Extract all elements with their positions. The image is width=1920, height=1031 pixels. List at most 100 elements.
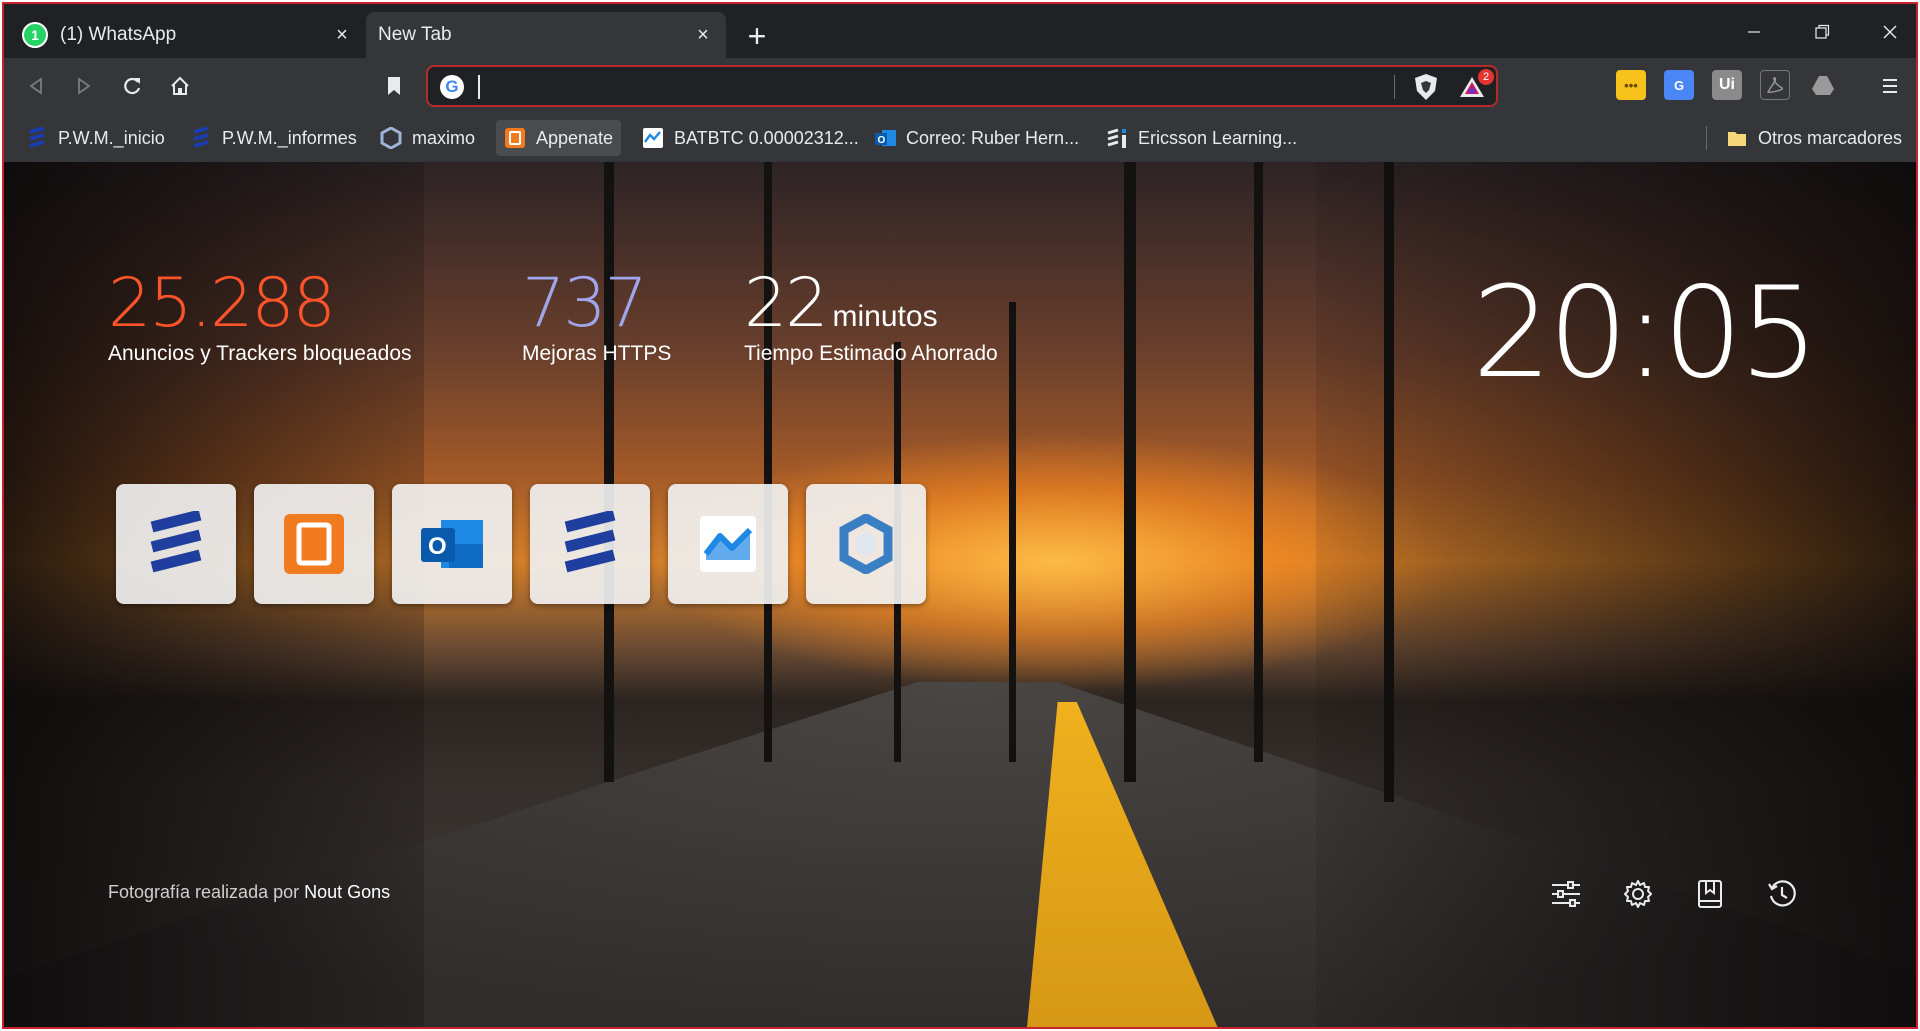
brave-shields-icon[interactable]	[1413, 73, 1439, 101]
whatsapp-icon: 1	[22, 22, 48, 48]
google-drive-icon[interactable]	[1808, 70, 1838, 100]
top-site-ericsson-2[interactable]	[530, 484, 650, 604]
acrobat-icon	[1767, 76, 1784, 93]
https-upgrades-value: 737	[522, 264, 648, 343]
top-sites: O	[116, 484, 926, 604]
uipath-icon[interactable]: Ui	[1712, 70, 1742, 100]
forward-button[interactable]	[66, 68, 102, 104]
ads-blocked-stat: 25.288 Anuncios y Trackers bloqueados	[108, 270, 412, 366]
bookmark-appenate[interactable]: Appenate	[496, 120, 622, 156]
back-arrow-icon	[29, 77, 42, 95]
bookmark-pwm-inicio[interactable]: P.W.M._inicio	[18, 120, 173, 156]
browser-window: 1 (1) WhatsApp × New Tab × + G 2 ••• G U…	[2, 2, 1918, 1029]
photo-credit-prefix: Fotografía realizada por	[108, 882, 305, 902]
ericsson-icon	[190, 127, 212, 149]
maximo-icon	[839, 514, 893, 574]
divider	[1394, 75, 1395, 99]
ericsson-icon	[26, 127, 48, 149]
bookmark-label: Otros marcadores	[1758, 127, 1903, 148]
settings-button[interactable]	[1618, 874, 1658, 914]
other-bookmarks-folder[interactable]: Otros marcadores	[1718, 120, 1910, 156]
background-tree	[1124, 162, 1136, 782]
chart-icon	[642, 127, 664, 149]
appenate-icon	[504, 127, 526, 149]
new-tab-button[interactable]: +	[739, 18, 775, 54]
close-icon	[1883, 25, 1897, 39]
tab-strip: 1 (1) WhatsApp × New Tab × +	[4, 4, 1916, 58]
time-saved-label: Tiempo Estimado Ahorrado	[744, 342, 998, 365]
back-button[interactable]	[18, 68, 54, 104]
bookmark-label: P.W.M._informes	[222, 127, 357, 148]
pdf-icon[interactable]	[1760, 70, 1790, 100]
top-site-chart[interactable]	[668, 484, 788, 604]
top-site-outlook[interactable]: O	[392, 484, 512, 604]
toolbar: G 2 ••• G Ui	[4, 58, 1916, 114]
gear-icon	[1624, 880, 1652, 908]
new-tab-page: 25.288 Anuncios y Trackers bloqueados 73…	[4, 162, 1916, 1027]
https-upgrades-label: Mejoras HTTPS	[522, 342, 672, 365]
bookmark-label: P.W.M._inicio	[58, 127, 165, 148]
top-site-ericsson[interactable]	[116, 484, 236, 604]
bookmark-button[interactable]	[376, 68, 412, 104]
time-saved-unit: minutos	[832, 300, 938, 333]
close-tab-icon[interactable]: ×	[692, 24, 714, 46]
tab-new-tab[interactable]: New Tab ×	[366, 12, 726, 58]
photo-credit-author[interactable]: Nout Gons	[304, 882, 390, 902]
close-tab-icon[interactable]: ×	[331, 24, 353, 46]
restore-button[interactable]	[1792, 12, 1852, 52]
top-site-appenate[interactable]	[254, 484, 374, 604]
home-icon	[171, 76, 189, 95]
close-window-button[interactable]	[1860, 12, 1916, 52]
background-tree	[604, 162, 614, 782]
ericsson-icon	[564, 511, 616, 573]
folder-icon	[1726, 127, 1748, 149]
time-saved-stat: 22 minutos Tiempo Estimado Ahorrado	[744, 270, 998, 366]
maximo-icon	[380, 127, 402, 149]
outlook-icon: O	[874, 127, 896, 149]
reload-icon	[124, 77, 141, 95]
svg-text:O: O	[428, 533, 447, 560]
bookmark-ericsson-learning[interactable]: Ericsson Learning...	[1098, 120, 1305, 156]
forward-arrow-icon	[78, 77, 91, 95]
drive-icon	[1812, 76, 1834, 95]
google-icon: G	[440, 75, 464, 99]
bookmarks-manager-button[interactable]	[1690, 874, 1730, 914]
bookmark-maximo[interactable]: maximo	[372, 120, 483, 156]
bookmark-label: Appenate	[536, 127, 614, 148]
rewards-badge: 2	[1478, 69, 1494, 85]
address-input[interactable]	[476, 73, 1376, 101]
home-button[interactable]	[162, 68, 198, 104]
tab-whatsapp[interactable]: 1 (1) WhatsApp ×	[10, 12, 365, 58]
bookmark-label: maximo	[412, 127, 476, 148]
bookmark-icon	[388, 77, 400, 95]
ericsson-learning-icon	[1106, 127, 1128, 149]
time-saved-value: 22	[744, 264, 829, 343]
address-bar[interactable]: G 2	[426, 65, 1498, 107]
background-tree	[1254, 162, 1263, 762]
minimize-icon	[1748, 31, 1760, 33]
bookmark-label: BATBTC 0.00002312...	[674, 127, 859, 148]
ads-blocked-value: 25.288	[108, 264, 336, 343]
divider	[1706, 126, 1707, 150]
bookmark-batbtc[interactable]: BATBTC 0.00002312...	[634, 120, 867, 156]
google-translate-icon[interactable]: G	[1664, 70, 1694, 100]
restore-icon	[1815, 24, 1830, 39]
background-tree	[1009, 302, 1016, 762]
appenate-icon	[284, 514, 344, 574]
https-upgrades-stat: 737 Mejoras HTTPS	[522, 270, 671, 366]
svg-text:O: O	[878, 135, 886, 146]
bookmark-correo[interactable]: O Correo: Ruber Hern...	[866, 120, 1087, 156]
menu-button[interactable]	[1872, 68, 1908, 104]
top-site-maximo[interactable]	[806, 484, 926, 604]
bookmark-pwm-informes[interactable]: P.W.M._informes	[182, 120, 365, 156]
hamburger-menu-icon	[1883, 79, 1897, 93]
text-caret	[478, 75, 480, 99]
extension-yellow-icon[interactable]: •••	[1616, 70, 1646, 100]
reload-button[interactable]	[114, 68, 150, 104]
minimize-button[interactable]	[1724, 12, 1784, 52]
clock: 20:05	[1472, 259, 1819, 406]
customize-button[interactable]	[1546, 874, 1586, 914]
tab-title: New Tab	[378, 24, 452, 45]
history-button[interactable]	[1762, 874, 1802, 914]
outlook-icon: O	[421, 520, 483, 568]
